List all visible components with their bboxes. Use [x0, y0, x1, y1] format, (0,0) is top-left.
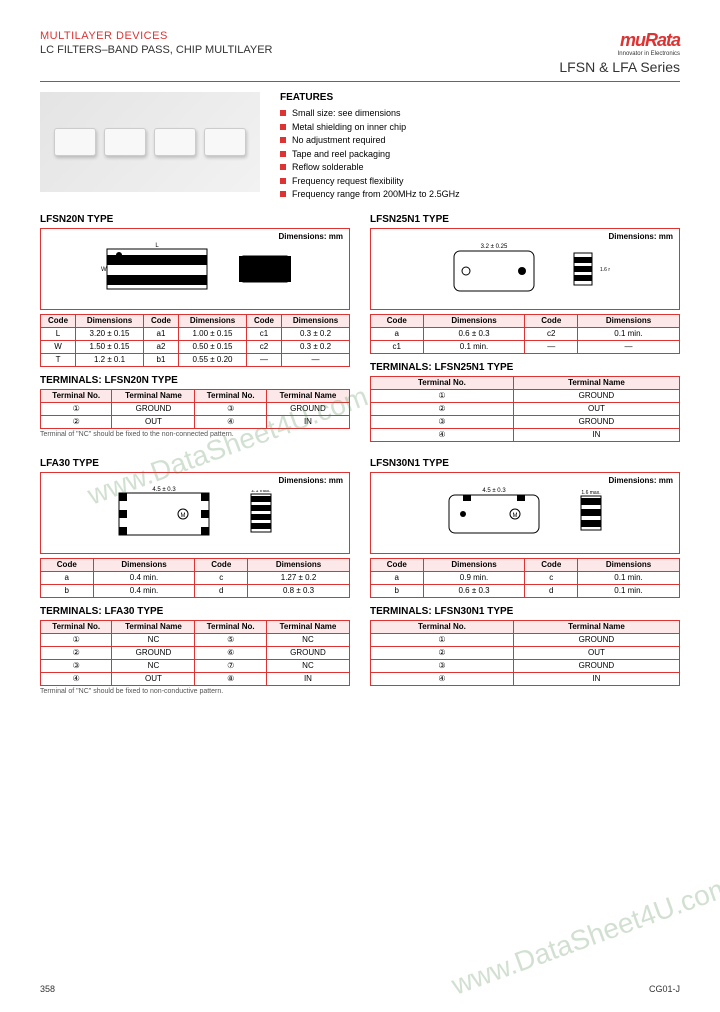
features-block: FEATURES Small size: see dimensions Meta…	[280, 92, 680, 202]
dimensions-table: CodeDimensionsCodeDimensions a0.4 min.c1…	[40, 558, 350, 598]
terminals-heading: TERMINALS: LFA30 TYPE	[40, 606, 350, 617]
terminals-heading: TERMINALS: LFSN20N TYPE	[40, 375, 350, 386]
diagram-box: Dimensions: mm M 4.5 ± 0.3 2.1 max.	[40, 472, 350, 554]
page-number: 358	[40, 984, 55, 994]
svg-text:2.1 max.: 2.1 max.	[251, 490, 270, 494]
svg-text:1.6 max.: 1.6 max.	[600, 267, 610, 273]
header-left: MULTILAYER DEVICES LC FILTERS–BAND PASS,…	[40, 30, 273, 56]
diagram: M 4.5 ± 0.3 2.1 max.	[47, 479, 343, 547]
series-title: LFSN & LFA Series	[559, 59, 680, 75]
dim-label: Dimensions: mm	[279, 232, 343, 241]
block-lfa30: LFA30 TYPE Dimensions: mm M 4.5 ± 0.3 2.1…	[40, 458, 350, 695]
note: Terminal of "NC" should be fixed to the …	[40, 431, 350, 438]
dimensions-table: CodeDimensionsCodeDimensions a0.9 min.c0…	[370, 558, 680, 598]
svg-text:4.5 ± 0.3: 4.5 ± 0.3	[152, 487, 176, 493]
subtitle: LC FILTERS–BAND PASS, CHIP MULTILAYER	[40, 44, 273, 56]
svg-text:M: M	[181, 513, 186, 519]
features-list: Small size: see dimensions Metal shieldi…	[280, 107, 680, 202]
dim-label: Dimensions: mm	[279, 476, 343, 485]
svg-text:3.2 ± 0.25: 3.2 ± 0.25	[481, 244, 508, 250]
dim-label: Dimensions: mm	[609, 232, 673, 241]
footer: 358 CG01-J	[40, 984, 680, 994]
doc-code: CG01-J	[649, 984, 680, 994]
terminals-heading: TERMINALS: LFSN30N1 TYPE	[370, 606, 680, 617]
block-title: LFA30 TYPE	[40, 458, 350, 469]
svg-text:M: M	[513, 513, 518, 519]
header: MULTILAYER DEVICES LC FILTERS–BAND PASS,…	[40, 30, 680, 75]
feature-item: Small size: see dimensions	[280, 107, 680, 121]
block-title: LFSN25N1 TYPE	[370, 214, 680, 225]
terminals-table: Terminal No.Terminal Name ①GROUND ②OUT ③…	[370, 620, 680, 686]
block-title: LFSN30N1 TYPE	[370, 458, 680, 469]
feature-item: Reflow solderable	[280, 161, 680, 175]
block-title: LFSN20N TYPE	[40, 214, 350, 225]
terminals-heading: TERMINALS: LFSN25N1 TYPE	[370, 362, 680, 373]
header-right: muRata Innovator in Electronics LFSN & L…	[559, 30, 680, 75]
svg-text:L: L	[155, 243, 159, 249]
chip-img	[104, 128, 146, 156]
diagram-box: Dimensions: mm LW	[40, 228, 350, 310]
category-title: MULTILAYER DEVICES	[40, 30, 273, 42]
block-lfsn20n: LFSN20N TYPE Dimensions: mm LW CodeDimen…	[40, 214, 350, 442]
svg-text:W: W	[101, 267, 107, 273]
features-heading: FEATURES	[280, 92, 680, 103]
svg-text:4.5 ± 0.3: 4.5 ± 0.3	[482, 488, 506, 494]
dim-label: Dimensions: mm	[609, 476, 673, 485]
block-lfsn25n1: LFSN25N1 TYPE Dimensions: mm 3.2 ± 0.25 …	[370, 214, 680, 442]
chip-img	[154, 128, 196, 156]
block-lfsn30n1: LFSN30N1 TYPE Dimensions: mm M 4.5 ± 0.3 …	[370, 458, 680, 695]
top-row: FEATURES Small size: see dimensions Meta…	[40, 92, 680, 202]
feature-item: Metal shielding on inner chip	[280, 121, 680, 135]
feature-item: No adjustment required	[280, 134, 680, 148]
murata-logo: muRata	[559, 30, 680, 51]
svg-text:1.6 max.: 1.6 max.	[581, 490, 600, 496]
feature-item: Frequency request flexibility	[280, 175, 680, 189]
dimensions-table: CodeDimensionsCodeDimensions a0.6 ± 0.3c…	[370, 314, 680, 354]
diagram-box: Dimensions: mm M 4.5 ± 0.3 1.6 max.	[370, 472, 680, 554]
chip-img	[54, 128, 96, 156]
feature-item: Frequency range from 200MHz to 2.5GHz	[280, 188, 680, 202]
chip-img	[204, 128, 246, 156]
diagram: LW	[47, 235, 343, 303]
terminals-table: Terminal No.Terminal NameTerminal No.Ter…	[40, 389, 350, 429]
diagram-box: Dimensions: mm 3.2 ± 0.25 1.6 max.	[370, 228, 680, 310]
note: Terminal of "NC" should be fixed to non-…	[40, 688, 350, 695]
datasheet-page: MULTILAYER DEVICES LC FILTERS–BAND PASS,…	[0, 0, 720, 1012]
watermark: www.DataSheet4U.com	[448, 870, 720, 1001]
divider	[40, 81, 680, 82]
logo-tagline: Innovator in Electronics	[559, 51, 680, 57]
product-photo	[40, 92, 260, 192]
diagram: 3.2 ± 0.25 1.6 max.	[377, 235, 673, 303]
layout-grid: LFSN20N TYPE Dimensions: mm LW CodeDimen…	[40, 214, 680, 695]
feature-item: Tape and reel packaging	[280, 148, 680, 162]
dimensions-table: CodeDimensionsCodeDimensionsCodeDimensio…	[40, 314, 350, 367]
diagram: M 4.5 ± 0.3 1.6 max.	[377, 479, 673, 547]
terminals-table: Terminal No.Terminal NameTerminal No.Ter…	[40, 620, 350, 686]
terminals-table: Terminal No.Terminal Name ①GROUND ②OUT ③…	[370, 376, 680, 442]
